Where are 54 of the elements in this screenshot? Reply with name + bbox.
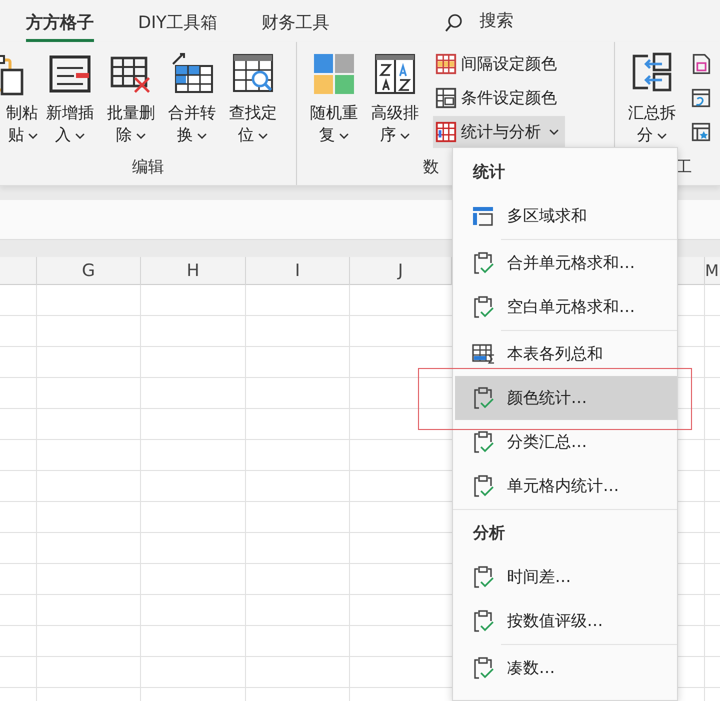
menu-item[interactable]: 颜色统计… [455, 376, 677, 420]
ribbon-button[interactable]: 查找定 位 [224, 42, 282, 156]
caret-icon [28, 132, 38, 140]
page-icon [690, 53, 712, 75]
ribbon-button[interactable]: 随机重 复 [304, 42, 363, 156]
column-header[interactable]: G [82, 261, 96, 281]
column-header[interactable]: I [294, 261, 300, 281]
caret-icon [75, 132, 85, 140]
grid-icon [434, 121, 457, 143]
grid-icon [434, 53, 457, 75]
group-label: 编辑 [132, 157, 164, 176]
menu-item[interactable]: 多区域求和 [455, 194, 677, 238]
menu-section-title: 分析 [472, 522, 506, 544]
menu-item[interactable]: 时间差… [455, 555, 677, 599]
grid-icon [434, 87, 457, 109]
caret-icon [258, 132, 268, 140]
caret-icon [197, 132, 207, 140]
search-icon[interactable] [444, 13, 464, 33]
column-header[interactable]: H [186, 261, 200, 281]
ribbon-tab[interactable]: 财务工具 [262, 4, 330, 42]
ribbon-button[interactable]: 统计与分析 [432, 116, 565, 148]
color-squares-icon [312, 52, 356, 96]
menu-item[interactable]: 单元格内统计… [455, 464, 677, 508]
caret-icon [400, 132, 410, 140]
caret-icon [338, 132, 349, 140]
ribbon-button[interactable]: 合并转 换 [163, 42, 221, 156]
star-sheet-icon [690, 121, 712, 143]
table-sum-icon [471, 342, 495, 366]
menu-section-title: 统计 [472, 161, 506, 183]
ribbon-button[interactable]: 高级排 序 [366, 42, 424, 156]
ribbon-button[interactable]: 批量删 除 [102, 42, 160, 156]
table-header-icon [471, 204, 495, 228]
menu-item[interactable]: 分类汇总… [455, 420, 677, 464]
column-header[interactable]: M [705, 261, 719, 280]
ribbon-button[interactable]: 条件设定颜色 [432, 82, 565, 114]
menu-item[interactable]: 本表各列总和 [455, 332, 677, 376]
ribbon-button[interactable]: 新增插 入 [41, 42, 99, 156]
group-label: 数 [422, 157, 439, 176]
sort-icon [372, 52, 417, 96]
menu-item[interactable]: 凑数… [455, 646, 677, 690]
sheet-icon [690, 87, 712, 109]
ribbon-tab[interactable]: DIY工具箱 [138, 4, 218, 42]
menu-item[interactable]: 按数值评级… [455, 599, 677, 643]
menu-item[interactable]: 合并单元格求和… [455, 241, 677, 285]
ribbon-button[interactable]: 间隔设定颜色 [432, 48, 565, 80]
ribbon-button[interactable]: 制粘 贴 [0, 42, 38, 156]
search-button[interactable]: 搜索 [480, 4, 514, 38]
column-header[interactable]: J [398, 261, 403, 281]
menu-item[interactable]: 空白单元格求和… [455, 285, 677, 329]
ribbon-button[interactable]: 汇总拆 分 [623, 42, 681, 156]
caret-icon [548, 128, 559, 136]
caret-icon [657, 132, 667, 140]
table-arrows-icon [170, 52, 214, 96]
caret-icon [136, 132, 146, 140]
